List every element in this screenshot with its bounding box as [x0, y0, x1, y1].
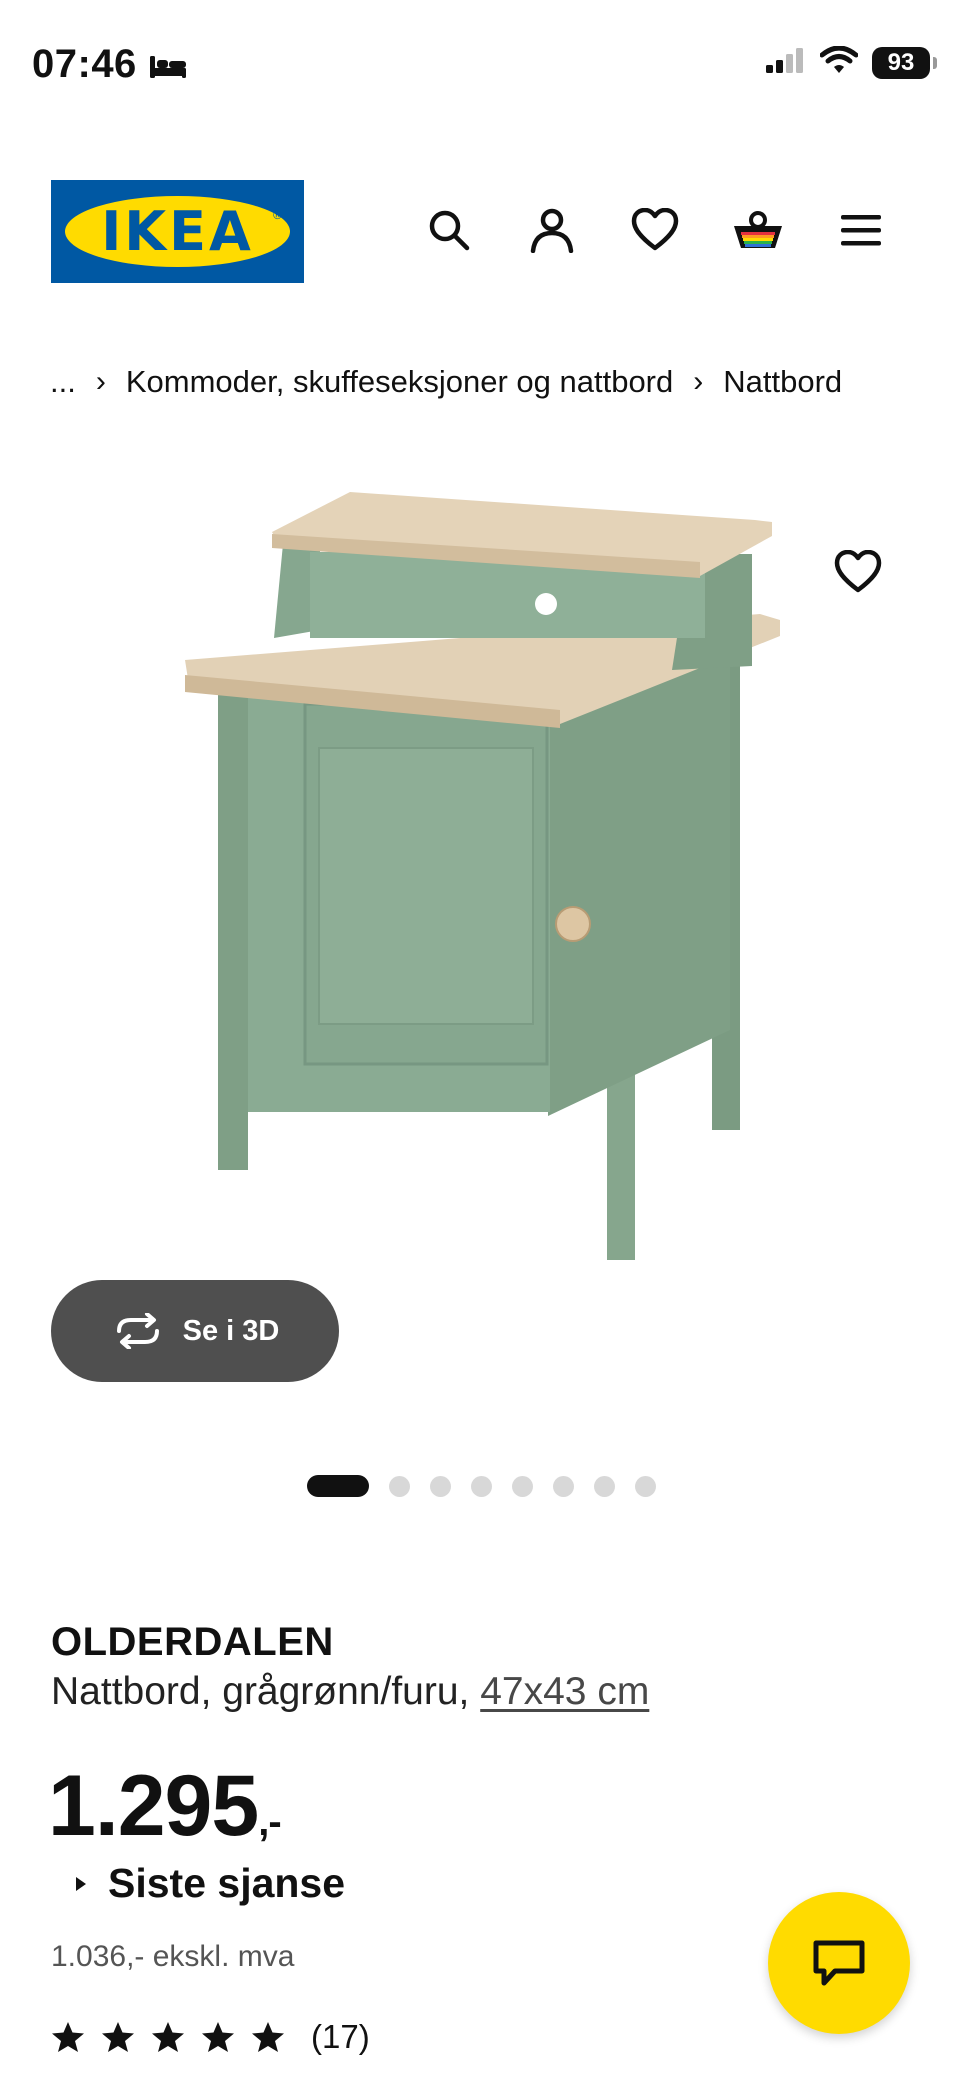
- product-name: OLDERDALEN: [51, 1620, 334, 1664]
- rotate-3d-icon: [116, 1313, 159, 1349]
- star-icon: [152, 2022, 184, 2052]
- chevron-right-icon: ›: [95, 365, 106, 398]
- breadcrumb-ellipsis[interactable]: ...: [50, 364, 76, 400]
- view-in-3d-label: Se i 3D: [182, 1314, 280, 1347]
- breadcrumb-item-category[interactable]: Kommoder, skuffeseksjoner og nattbord: [126, 364, 673, 400]
- star-icon: [52, 2022, 84, 2052]
- carousel-dot[interactable]: [594, 1475, 615, 1497]
- product-rating[interactable]: (17): [51, 2018, 370, 2056]
- star-icon: [102, 2022, 134, 2052]
- product-price: 1.295,-: [48, 1757, 282, 1856]
- carousel-dot[interactable]: [553, 1475, 574, 1497]
- hamburger-menu-icon: [841, 215, 881, 246]
- logo-text: IKEA: [101, 200, 254, 263]
- user-icon: [530, 208, 574, 253]
- star-icon: [202, 2022, 234, 2052]
- carousel-dot[interactable]: [430, 1475, 451, 1497]
- view-in-3d-button[interactable]: Se i 3D: [51, 1280, 339, 1382]
- price-ex-vat: 1.036,- ekskl. mva: [51, 1940, 295, 1973]
- breadcrumb: ... › Kommoder, skuffeseksjoner og nattb…: [50, 364, 842, 400]
- carousel-dot-active[interactable]: [307, 1475, 369, 1497]
- shopping-bag-icon: [734, 211, 782, 248]
- add-to-favourites-button[interactable]: [830, 544, 886, 600]
- last-chance-toggle[interactable]: Siste sjanse: [74, 1860, 345, 1907]
- battery-indicator: 93: [872, 46, 937, 79]
- heart-icon: [631, 208, 679, 251]
- star-icon: [252, 2022, 284, 2052]
- heart-icon: [834, 550, 882, 593]
- chat-bubble-icon: [813, 1940, 865, 1986]
- status-time: 07:46: [32, 42, 137, 86]
- cart-button[interactable]: [730, 202, 786, 258]
- product-size-link[interactable]: 47x43 cm: [480, 1670, 649, 1713]
- carousel-dot[interactable]: [635, 1475, 656, 1497]
- carousel-dot[interactable]: [471, 1475, 492, 1497]
- menu-button[interactable]: [833, 202, 889, 258]
- breadcrumb-item-current[interactable]: Nattbord: [723, 364, 842, 400]
- image-carousel-dots: [307, 1475, 656, 1497]
- status-indicators: 93: [766, 45, 937, 79]
- search-button[interactable]: [421, 202, 477, 258]
- price-suffix: ,-: [258, 1800, 281, 1844]
- account-button[interactable]: [524, 202, 580, 258]
- rating-count: (17): [311, 2018, 370, 2055]
- carousel-dot[interactable]: [512, 1475, 533, 1497]
- wifi-icon: [819, 45, 859, 79]
- chevron-right-icon: ›: [693, 365, 704, 398]
- product-type-color: Nattbord, grågrønn/furu,: [51, 1670, 470, 1713]
- search-icon: [429, 210, 470, 251]
- last-chance-label: Siste sjanse: [108, 1860, 346, 1906]
- carousel-dot[interactable]: [389, 1475, 410, 1497]
- chat-button[interactable]: [768, 1892, 910, 2034]
- caret-right-icon: [76, 1876, 86, 1891]
- sleep-icon: [148, 54, 188, 85]
- cellular-signal-icon: [766, 47, 806, 78]
- product-description: Nattbord, grågrønn/furu, 47x43 cm: [51, 1670, 649, 1714]
- price-main: 1.295: [48, 1758, 259, 1854]
- favourites-button[interactable]: [627, 202, 683, 258]
- ikea-logo[interactable]: IKEA ®: [51, 180, 304, 283]
